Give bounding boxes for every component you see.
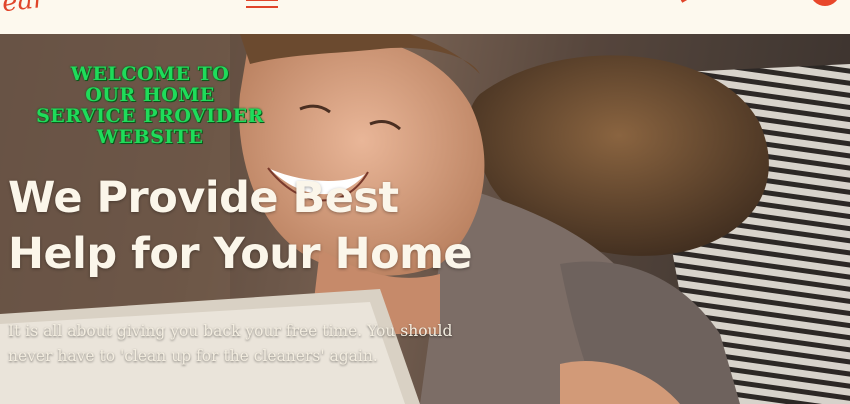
welcome-line: WEBSITE — [96, 126, 204, 148]
welcome-line: WELCOME TO — [70, 63, 230, 85]
site-logo[interactable]: ear — [1, 0, 47, 18]
headline-line: We Provide Best — [8, 173, 399, 223]
headline-line: Help for Your Home — [8, 229, 473, 279]
hero-headline: We Provide Best Help for Your Home — [8, 170, 473, 282]
welcome-line: OUR HOME — [85, 84, 215, 106]
welcome-banner: WELCOME TO OUR HOME SERVICE PROVIDER WEB… — [20, 64, 280, 148]
hero-description: It is all about giving you back your fre… — [8, 319, 478, 369]
top-right-circle-button[interactable] — [810, 0, 840, 6]
hamburger-menu-icon[interactable] — [246, 0, 278, 10]
hero-section: WELCOME TO OUR HOME SERVICE PROVIDER WEB… — [0, 34, 850, 404]
description-line: never have to 'clean up for the cleaners… — [8, 347, 378, 365]
top-navigation-bar: ear — [0, 0, 850, 34]
description-line: It is all about giving you back your fre… — [8, 322, 453, 340]
welcome-line: SERVICE PROVIDER — [36, 105, 264, 127]
nav-item-fragment[interactable] — [680, 0, 690, 3]
